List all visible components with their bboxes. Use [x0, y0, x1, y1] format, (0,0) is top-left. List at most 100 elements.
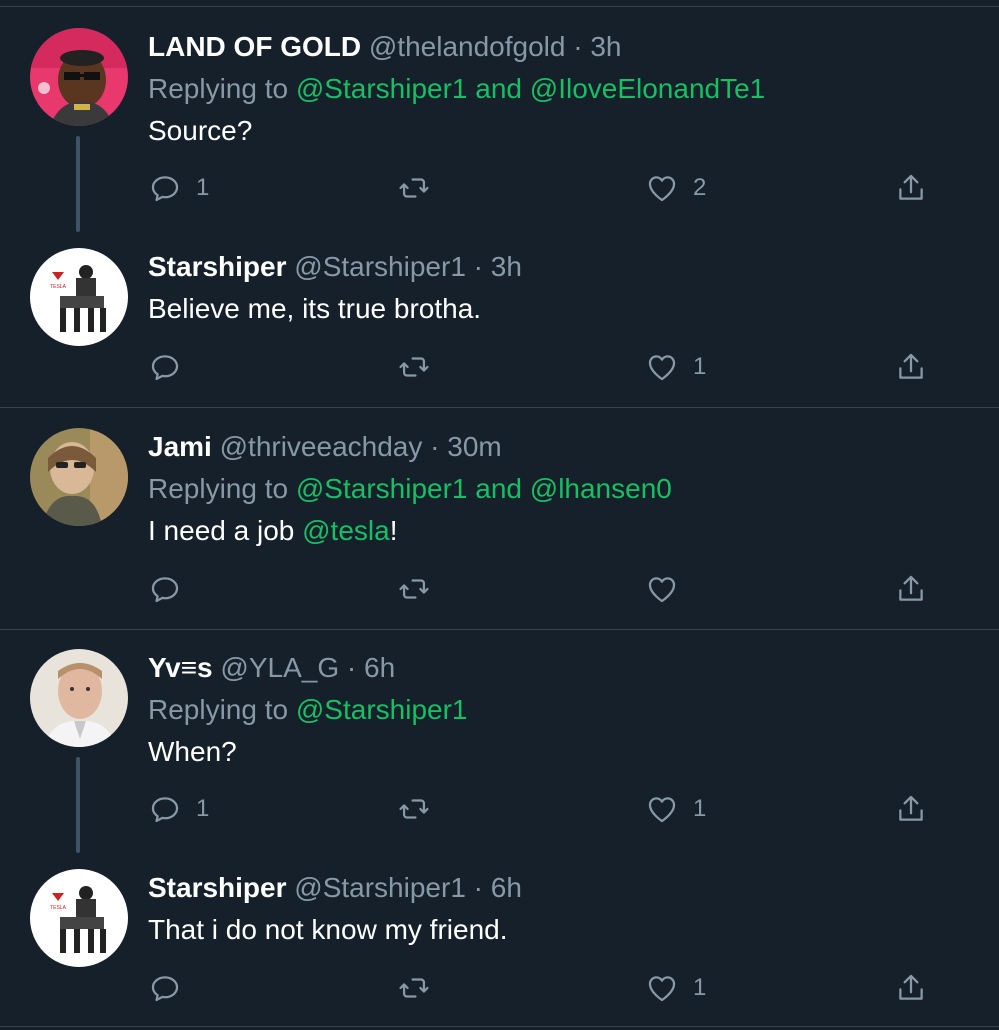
avatar-photo-icon — [30, 428, 128, 526]
avatar[interactable]: TESLA — [30, 869, 128, 967]
user-handle[interactable]: @Starshiper1 — [294, 251, 466, 282]
replying-to-line: Replying to @Starshiper1 and @lhansen0 — [148, 472, 672, 506]
heart-icon — [648, 976, 676, 1002]
share-icon — [899, 575, 923, 601]
retweet-button[interactable] — [397, 569, 445, 609]
replying-to-prefix: Replying to — [148, 473, 289, 504]
tweet-actions: 1 2 — [148, 168, 948, 208]
retweet-button[interactable] — [397, 789, 445, 829]
svg-text:TESLA: TESLA — [50, 905, 67, 911]
reply-button[interactable] — [148, 347, 196, 387]
share-icon — [899, 974, 923, 1000]
separator-dot: · — [473, 872, 483, 903]
user-handle[interactable]: @thelandofgold — [369, 31, 566, 62]
reply-icon — [151, 577, 179, 603]
tweet-header: LAND OF GOLD @thelandofgold · 3h — [148, 30, 622, 64]
timestamp[interactable]: 3h — [491, 251, 522, 282]
thread-divider — [0, 1026, 999, 1027]
tweet-text-part: ! — [389, 515, 398, 546]
share-button[interactable] — [894, 789, 928, 829]
avatar-tesla-walker-icon: TESLA — [30, 869, 128, 967]
user-handle[interactable]: @Starshiper1 — [294, 872, 466, 903]
retweet-button[interactable] — [397, 968, 445, 1008]
reply-button[interactable] — [148, 569, 196, 609]
mention-link[interactable]: @tesla — [302, 515, 390, 546]
heart-icon — [648, 176, 676, 202]
avatar[interactable]: TESLA — [30, 248, 128, 346]
like-count: 1 — [693, 974, 707, 1001]
thread-connector-line — [76, 136, 80, 232]
replying-to-line: Replying to @Starshiper1 and @IloveElona… — [148, 72, 765, 106]
mention-link[interactable]: @lhansen0 — [530, 473, 672, 504]
like-button[interactable]: 1 — [645, 789, 706, 829]
reply-button[interactable] — [148, 968, 196, 1008]
share-button[interactable] — [894, 569, 928, 609]
svg-text:TESLA: TESLA — [50, 284, 67, 290]
reply-thread-feed: LAND OF GOLD @thelandofgold · 3h Replyin… — [0, 0, 999, 1030]
mention-link[interactable]: @Starshiper1 — [296, 694, 468, 725]
share-button[interactable] — [894, 168, 928, 208]
share-button[interactable] — [894, 347, 928, 387]
avatar-photo-icon — [30, 649, 128, 747]
separator-dot: · — [346, 652, 357, 683]
like-count: 2 — [693, 174, 707, 201]
retweet-button[interactable] — [397, 168, 445, 208]
replying-joiner[interactable]: and — [475, 73, 522, 104]
tweet-text: Believe me, its true brotha. — [148, 293, 482, 324]
like-button[interactable] — [645, 569, 693, 609]
mention-link[interactable]: @IloveElonandTe1 — [530, 73, 765, 104]
display-name[interactable]: Starshiper — [148, 251, 287, 282]
display-name[interactable]: LAND OF GOLD — [148, 31, 361, 62]
tweet-header: Starshiper @Starshiper1 · 6h — [148, 871, 522, 905]
reply-button[interactable]: 1 — [148, 168, 209, 208]
display-name[interactable]: Yv≡s — [148, 652, 213, 683]
user-handle[interactable]: @thriveeachday — [220, 431, 423, 462]
avatar[interactable] — [30, 428, 128, 526]
share-icon — [899, 174, 923, 200]
timestamp[interactable]: 30m — [447, 431, 501, 462]
reply-button[interactable]: 1 — [148, 789, 209, 829]
like-button[interactable]: 2 — [645, 168, 706, 208]
tweet-header: Starshiper @Starshiper1 · 3h — [148, 250, 522, 284]
mention-link[interactable]: @Starshiper1 — [296, 73, 468, 104]
user-handle[interactable]: @YLA_G — [220, 652, 339, 683]
reply-icon — [151, 976, 179, 1002]
display-name[interactable]: Starshiper — [148, 872, 287, 903]
tweet-actions: 1 — [148, 968, 948, 1008]
display-name[interactable]: Jami — [148, 431, 212, 462]
separator-dot: · — [430, 431, 440, 462]
heart-icon — [648, 797, 676, 823]
share-icon — [899, 353, 923, 379]
like-count: 1 — [693, 795, 707, 822]
retweet-icon — [399, 178, 429, 198]
share-button[interactable] — [894, 968, 928, 1008]
share-icon — [899, 795, 923, 821]
tweet-actions: 1 — [148, 347, 948, 387]
timestamp[interactable]: 6h — [491, 872, 522, 903]
replying-joiner[interactable]: and — [475, 473, 522, 504]
replying-to-line: Replying to @Starshiper1 — [148, 693, 467, 727]
retweet-button[interactable] — [397, 347, 445, 387]
reply-count: 1 — [196, 174, 210, 201]
thread-connector-line — [76, 757, 80, 853]
reply-count: 1 — [196, 795, 210, 822]
heart-icon — [648, 577, 676, 603]
heart-icon — [648, 355, 676, 381]
tweet-header: Yv≡s @YLA_G · 6h — [148, 651, 395, 685]
avatar-cartoon-icon — [30, 28, 128, 126]
tweet-header: Jami @thriveeachday · 30m — [148, 430, 502, 464]
replying-to-prefix: Replying to — [148, 73, 289, 104]
like-button[interactable]: 1 — [645, 347, 706, 387]
mention-link[interactable]: @Starshiper1 — [296, 473, 468, 504]
avatar[interactable] — [30, 28, 128, 126]
thread-divider — [0, 629, 999, 630]
retweet-icon — [399, 357, 429, 377]
timestamp[interactable]: 3h — [590, 31, 621, 62]
timestamp[interactable]: 6h — [364, 652, 395, 683]
separator-dot: · — [573, 31, 583, 62]
like-count: 1 — [693, 353, 707, 380]
like-button[interactable]: 1 — [645, 968, 706, 1008]
tweet-text: That i do not know my friend. — [148, 914, 508, 945]
avatar[interactable] — [30, 649, 128, 747]
tweet-text: I need a job @tesla! — [148, 514, 397, 548]
